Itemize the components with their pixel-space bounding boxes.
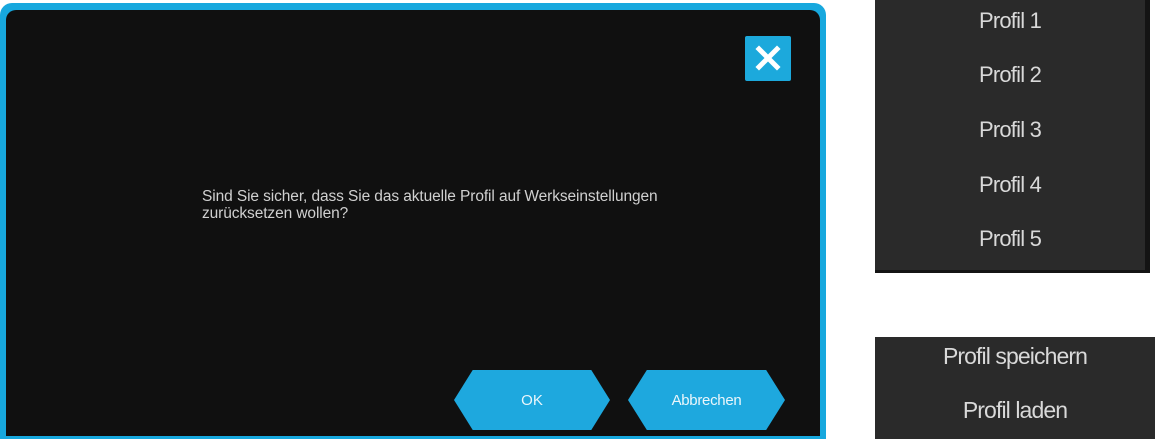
cancel-button[interactable]: Abbrechen bbox=[628, 370, 785, 430]
load-profile-item[interactable]: Profil laden bbox=[875, 397, 1155, 424]
dialog-message-line-1: Sind Sie sicher, dass Sie das aktuelle P… bbox=[202, 188, 658, 205]
dialog-message-line-2: zurücksetzen wollen? bbox=[202, 205, 349, 222]
reset-profile-dialog: Sind Sie sicher, dass Sie das aktuelle P… bbox=[6, 10, 820, 436]
profile-item-1[interactable]: Profil 1 bbox=[875, 8, 1145, 34]
profile-item-5[interactable]: Profil 5 bbox=[875, 226, 1145, 252]
close-button[interactable] bbox=[745, 36, 791, 81]
ok-button[interactable]: OK bbox=[454, 370, 610, 430]
dialog-frame: Sind Sie sicher, dass Sie das aktuelle P… bbox=[0, 3, 826, 439]
dialog-message: Sind Sie sicher, dass Sie das aktuelle P… bbox=[202, 188, 802, 222]
profile-item-2[interactable]: Profil 2 bbox=[875, 62, 1145, 88]
profile-item-3[interactable]: Profil 3 bbox=[875, 117, 1145, 143]
close-icon bbox=[755, 45, 781, 71]
save-profile-item[interactable]: Profil speichern bbox=[875, 343, 1155, 370]
profile-action-menu: Profil speichern Profil laden bbox=[875, 337, 1155, 439]
profile-menu: Profil 1 Profil 2 Profil 3 Profil 4 Prof… bbox=[875, 0, 1150, 273]
profile-item-4[interactable]: Profil 4 bbox=[875, 172, 1145, 198]
